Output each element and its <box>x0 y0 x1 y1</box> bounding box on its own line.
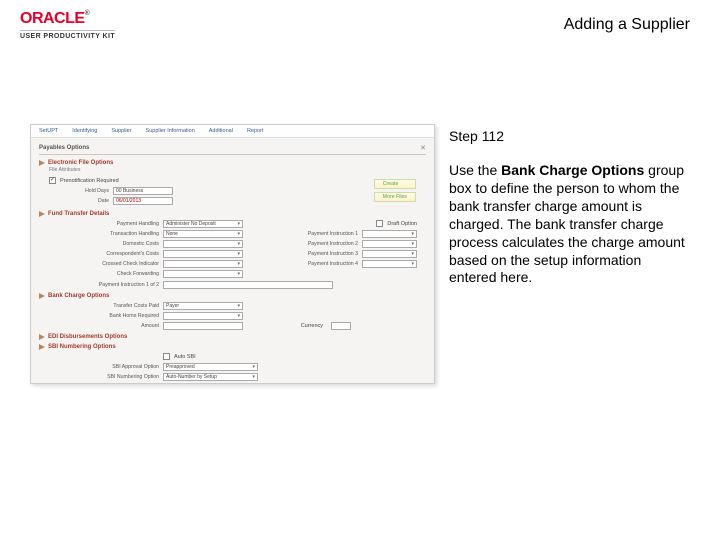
bco-v0[interactable]: Payer▾ <box>163 302 243 310</box>
draft-label: Draft Option <box>387 221 417 227</box>
tab-1[interactable]: Identifying <box>72 128 97 134</box>
tab-4[interactable]: Additional <box>209 128 233 134</box>
bco-v2[interactable] <box>163 322 243 330</box>
ft-l3: Correspondent's Costs <box>49 251 159 257</box>
ft-r3: Payment Instruction 4 <box>273 261 358 267</box>
ft-v3[interactable]: ▾ <box>163 250 243 258</box>
content-row: SetUPT Identifying Supplier Supplier Inf… <box>0 44 720 384</box>
ft-l0: Payment Handling <box>49 221 159 227</box>
close-icon[interactable]: ✕ <box>420 144 426 152</box>
section-bco-title[interactable]: Bank Charge Options <box>39 290 426 300</box>
prenote-checkbox[interactable] <box>49 177 56 184</box>
slide-title: Adding a Supplier <box>564 16 690 34</box>
bco-l1: Bank Home Required <box>49 313 159 319</box>
sbi-l1: SBI Numbering Option <box>49 374 159 380</box>
hold-value[interactable]: 00 Business <box>113 187 173 195</box>
autosbi-checkbox[interactable] <box>163 353 170 360</box>
desc-post: group box to define the person to whom t… <box>449 162 685 285</box>
cur-label: Currency <box>247 323 327 329</box>
embedded-screenshot: SetUPT Identifying Supplier Supplier Inf… <box>30 124 435 384</box>
ft-v2[interactable]: ▾ <box>163 240 243 248</box>
oracle-logo: ORACLE® <box>20 10 115 28</box>
date-label: Date <box>49 198 109 204</box>
tab-3[interactable]: Supplier Information <box>146 128 195 134</box>
prenote-label: Prenotification Required <box>60 178 119 184</box>
screenshot-body: Payables Options ✕ Electronic File Optio… <box>31 138 434 384</box>
tab-0[interactable]: SetUPT <box>39 128 58 134</box>
bco-l2: Amount <box>49 323 159 329</box>
ft-l4: Crossed Check Indicator <box>49 261 159 267</box>
instruction-panel: Step 112 Use the Bank Charge Options gro… <box>449 124 690 287</box>
step-description: Use the Bank Charge Options group box to… <box>449 162 689 287</box>
ft-rv2[interactable]: ▾ <box>362 250 417 258</box>
ft-l1: Transaction Handling <box>49 231 159 237</box>
ft-v4[interactable]: ▾ <box>163 260 243 268</box>
create-button[interactable]: Create <box>374 179 416 189</box>
ft-rv1[interactable]: ▾ <box>362 240 417 248</box>
hold-label: Hold Days <box>49 188 109 194</box>
pi-value[interactable] <box>163 281 333 289</box>
ft-l5: Check Forwarding <box>49 271 159 277</box>
ft-r0: Payment Instruction 1 <box>273 231 358 237</box>
draft-checkbox[interactable] <box>376 220 383 227</box>
more-files-button[interactable]: More Files <box>374 192 416 202</box>
section-edi-title[interactable]: EDI Disbursements Options <box>39 331 426 341</box>
date-value[interactable]: 06/01/2013 <box>113 197 173 205</box>
page-title: Payables Options <box>39 145 89 151</box>
cur-value[interactable] <box>331 322 351 330</box>
page-title-bar: Payables Options ✕ <box>39 142 426 155</box>
step-label: Step 112 <box>449 128 690 144</box>
section-ft-title[interactable]: Fund Transfer Details <box>39 208 426 218</box>
tab-5[interactable]: Report <box>247 128 264 134</box>
ft-rv3[interactable]: ▾ <box>362 260 417 268</box>
brand-name: ORACLE <box>20 10 85 27</box>
pi-label: Payment Instruction 1 of 2 <box>49 282 159 288</box>
ft-r1: Payment Instruction 2 <box>273 241 358 247</box>
brand-tm: ® <box>85 10 90 17</box>
ft-v1[interactable]: None▾ <box>163 230 243 238</box>
ft-l2: Domestic Costs <box>49 241 159 247</box>
bco-v1[interactable]: ▾ <box>163 312 243 320</box>
sbi-v0[interactable]: Preapproved▾ <box>163 363 258 371</box>
autosbi-label: Auto SBI <box>174 354 196 360</box>
sbi-l0: SBI Approval Option <box>49 364 159 370</box>
desc-pre: Use the <box>449 162 501 178</box>
tab-2[interactable]: Supplier <box>111 128 131 134</box>
breadcrumb-tabs: SetUPT Identifying Supplier Supplier Inf… <box>31 125 434 138</box>
sbi-v1[interactable]: Auto-Number by Setup▾ <box>163 373 258 381</box>
desc-bold: Bank Charge Options <box>501 162 644 178</box>
brand-subline: USER PRODUCTIVITY KIT <box>20 30 115 40</box>
ft-v0[interactable]: Administer No Deposit▾ <box>163 220 243 228</box>
ft-rv0[interactable]: ▾ <box>362 230 417 238</box>
slide-header: ORACLE® USER PRODUCTIVITY KIT Adding a S… <box>0 0 720 44</box>
chevron-down-icon: ▾ <box>237 221 240 227</box>
brand-block: ORACLE® USER PRODUCTIVITY KIT <box>20 10 115 40</box>
ft-v5[interactable]: ▾ <box>163 270 243 278</box>
section-sbi-title[interactable]: SBI Numbering Options <box>39 341 426 351</box>
section-eft-title[interactable]: Electronic File Options <box>39 157 426 167</box>
bco-l0: Transfer Costs Paid <box>49 303 159 309</box>
ft-r2: Payment Instruction 3 <box>273 251 358 257</box>
